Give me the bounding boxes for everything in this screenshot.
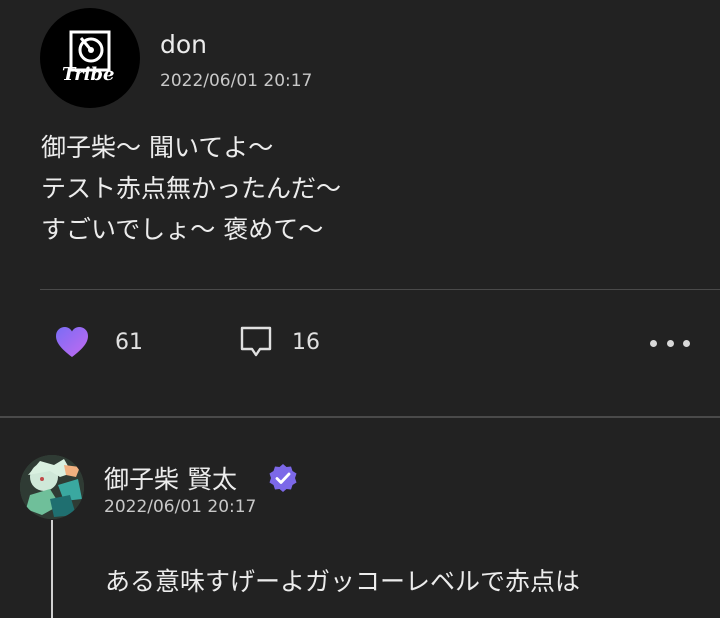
section-divider <box>0 416 720 418</box>
more-icon <box>650 339 657 347</box>
reply-timestamp: 2022/06/01 20:17 <box>104 497 257 517</box>
like-button[interactable] <box>54 325 90 359</box>
more-icon <box>666 339 674 347</box>
comment-count: 16 <box>292 330 320 355</box>
post-line: 御子柴〜 聞いてよ〜 <box>41 133 274 162</box>
like-count: 61 <box>115 330 143 355</box>
avatar-logo-text: Tribe <box>62 64 115 85</box>
more-options-button[interactable] <box>650 333 690 353</box>
author-name[interactable]: don <box>160 30 207 59</box>
avatar-image <box>20 455 84 519</box>
reply-author-avatar[interactable] <box>20 455 84 519</box>
more-icon <box>683 339 690 347</box>
comment-icon <box>240 326 272 357</box>
post-line: すごいでしょ〜 褒めて〜 <box>41 215 324 244</box>
post-timestamp: 2022/06/01 20:17 <box>160 71 313 91</box>
post-line: テスト赤点無かったんだ〜 <box>41 174 342 203</box>
post-body: 御子柴〜 聞いてよ〜 テスト赤点無かったんだ〜 すごいでしょ〜 褒めて〜 <box>41 127 341 250</box>
reply-text: ある意味すげーよガッコーレベルで赤点は <box>105 567 581 596</box>
thread-line <box>51 520 53 618</box>
divider <box>40 289 720 290</box>
post-detail-screen: Tribe don 2022/06/01 20:17 御子柴〜 聞いてよ〜 テス… <box>0 0 720 618</box>
author-avatar[interactable]: Tribe <box>40 8 140 108</box>
heart-icon <box>56 327 88 357</box>
reply-author-name[interactable]: 御子柴 賢太 <box>104 460 237 496</box>
verified-badge-icon <box>269 464 297 492</box>
comment-button[interactable] <box>239 325 273 359</box>
